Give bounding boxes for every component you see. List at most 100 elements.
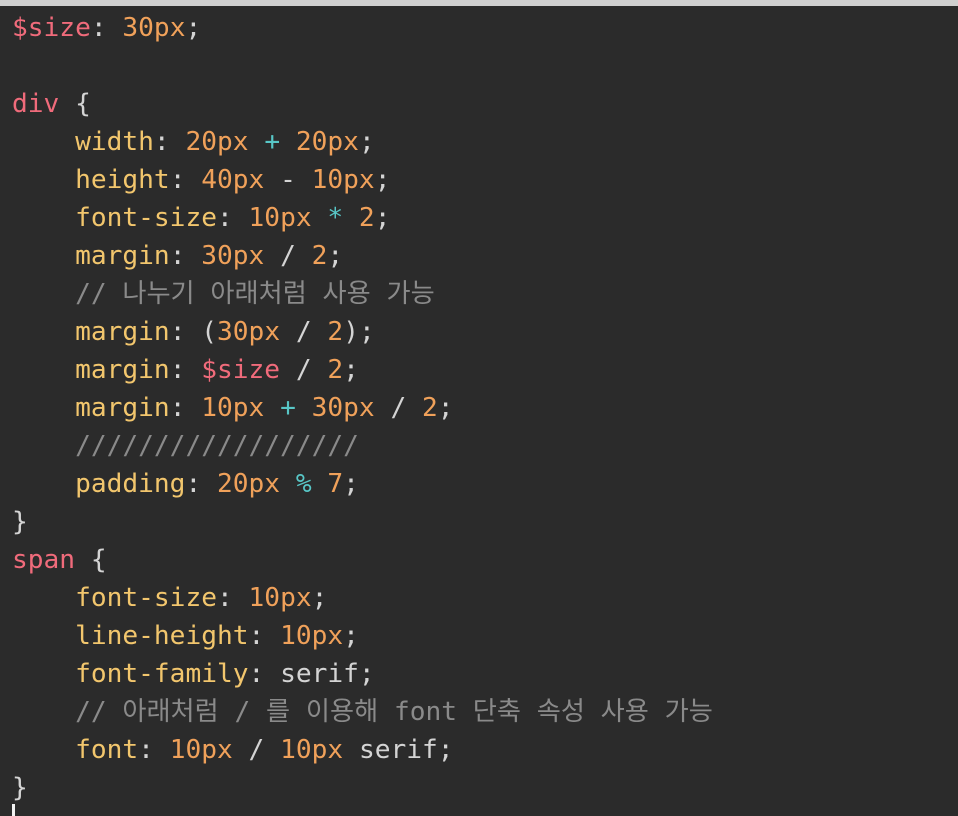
code-line[interactable]: font-family: serif; <box>12 655 713 693</box>
code-line[interactable]: } <box>12 769 713 807</box>
code-token: font-size <box>75 203 217 233</box>
code-token: font-size <box>75 583 217 613</box>
code-line[interactable]: font-size: 10px; <box>12 579 713 617</box>
code-token: ; <box>327 241 344 271</box>
code-token: ; <box>185 13 202 43</box>
code-token: : <box>248 659 281 689</box>
code-token: / <box>280 317 328 347</box>
code-token: serif <box>280 659 359 689</box>
code-token: serif <box>343 735 438 765</box>
code-token: margin <box>75 241 170 271</box>
code-token: * <box>311 203 359 233</box>
code-line[interactable]: margin: (30px / 2); <box>12 313 713 351</box>
code-token: span <box>12 545 76 575</box>
code-line[interactable]: // 아래처럼 / 를 이용해 font 단축 속성 사용 가능 <box>12 693 713 731</box>
code-line[interactable]: $size: 30px; <box>12 9 713 47</box>
code-line[interactable]: } <box>12 503 713 541</box>
code-token: font <box>75 735 139 765</box>
code-token: width <box>75 127 154 157</box>
code-line[interactable]: // 나누기 아래처럼 사용 가능 <box>12 275 713 313</box>
code-token: ; <box>343 355 359 385</box>
code-line[interactable] <box>12 47 713 85</box>
code-token: padding <box>75 469 186 499</box>
code-token: / <box>232 735 281 765</box>
code-token: : <box>185 469 217 499</box>
code-line[interactable]: line-height: 10px; <box>12 617 713 655</box>
code-token: 10px <box>280 621 344 651</box>
code-token: 7 <box>327 469 344 499</box>
code-token: ; <box>343 469 359 499</box>
code-token: ; <box>437 393 454 423</box>
code-token: : <box>169 317 202 347</box>
code-token: ; <box>374 203 391 233</box>
code-line[interactable]: margin: 10px + 30px / 2; <box>12 389 713 427</box>
code-token: : <box>169 165 202 195</box>
code-line[interactable]: font: 10px / 10px serif; <box>12 731 713 769</box>
code-token: : <box>216 203 249 233</box>
code-token: margin <box>75 317 170 347</box>
code-token: { <box>59 89 91 119</box>
code-token: 2 <box>358 203 375 233</box>
code-token: : <box>169 241 202 271</box>
code-token: 30px <box>311 393 375 423</box>
code-token: : <box>216 583 249 613</box>
code-token: : <box>248 621 281 651</box>
code-token: } <box>12 773 28 803</box>
text-cursor <box>12 804 15 816</box>
code-token: 10px <box>280 735 344 765</box>
code-token: 30px <box>217 317 281 347</box>
code-token: 10px <box>248 583 312 613</box>
code-token: 20px <box>295 127 359 157</box>
code-token: $size <box>201 355 281 385</box>
code-token: : <box>169 355 202 385</box>
code-token: 20px <box>217 469 281 499</box>
code-line[interactable]: margin: 30px / 2; <box>12 237 713 275</box>
code-token: ; <box>358 659 375 689</box>
code-line[interactable]: div { <box>12 85 713 123</box>
code-line[interactable]: padding: 20px % 7; <box>12 465 713 503</box>
code-line[interactable]: margin: $size / 2; <box>12 351 713 389</box>
code-line[interactable]: span { <box>12 541 713 579</box>
code-token: 30px <box>122 13 186 43</box>
code-token: // 나누기 아래처럼 사용 가능 <box>75 279 435 309</box>
code-token: font-family <box>75 659 249 689</box>
code-token: % <box>280 469 328 499</box>
code-token: { <box>75 545 107 575</box>
code-token: $size <box>12 13 91 43</box>
code-token: } <box>12 507 28 537</box>
code-token: / <box>374 393 423 423</box>
code-token: 10px <box>201 393 265 423</box>
code-token: ; <box>358 127 375 157</box>
code-token: / <box>264 241 312 271</box>
code-token: 2 <box>422 393 438 423</box>
code-line[interactable]: height: 40px - 10px; <box>12 161 713 199</box>
code-line[interactable]: ////////////////// <box>12 427 713 465</box>
code-token: : <box>90 13 123 43</box>
code-token: 10px <box>169 735 233 765</box>
code-line[interactable]: font-size: 10px * 2; <box>12 199 713 237</box>
code-token: 10px <box>311 165 375 195</box>
code-editor[interactable]: $size: 30px; div { width: 20px + 20px; h… <box>0 6 958 816</box>
code-token: margin <box>75 355 170 385</box>
code-content[interactable]: $size: 30px; div { width: 20px + 20px; h… <box>12 9 713 807</box>
code-token: div <box>12 89 60 119</box>
code-line[interactable]: width: 20px + 20px; <box>12 123 713 161</box>
code-token: : <box>169 393 202 423</box>
code-token: 2 <box>327 355 344 385</box>
code-token: 2 <box>311 241 328 271</box>
code-token: 10px <box>248 203 312 233</box>
code-token: margin <box>75 393 170 423</box>
code-token: ( <box>201 317 218 347</box>
code-token: : <box>138 735 170 765</box>
code-token: 20px <box>185 127 249 157</box>
